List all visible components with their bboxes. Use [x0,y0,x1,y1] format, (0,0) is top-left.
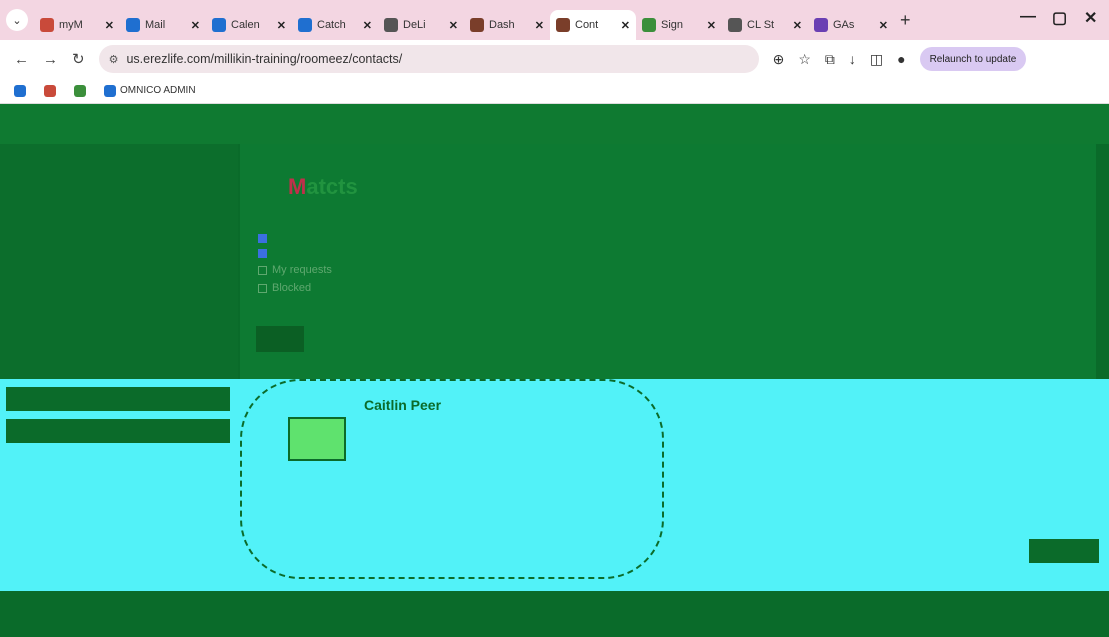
tab-list: myM ✕ Mail ✕ Calen ✕ Catch ✕ DeLi ✕ Dash ✕ Cont ✕ Sign… [34,0,894,40]
browser-tab[interactable]: Catch ✕ [292,10,378,40]
tab-favicon-icon [126,18,140,32]
address-row: ← → ↻ ⚙ us.erezlife.com/millikin-trainin… [0,40,1109,78]
forward-icon[interactable]: → [43,51,58,68]
tab-label: DeLi [403,19,426,31]
bookmark-item[interactable] [14,84,30,97]
browser-tab[interactable]: Sign ✕ [636,10,722,40]
bookmark-favicon-icon [14,84,26,97]
browser-tab[interactable]: DeLi ✕ [378,10,464,40]
placeholder-pill [1029,539,1099,563]
reload-icon[interactable]: ↻ [72,50,85,68]
page-footer [0,591,1109,637]
tab-close-icon[interactable]: ✕ [191,19,200,32]
tab-close-icon[interactable]: ✕ [879,19,888,32]
tab-favicon-icon [470,18,484,32]
browser-tab[interactable]: Mail ✕ [120,10,206,40]
bookmark-item[interactable] [44,84,60,97]
filter-label: My requests [272,264,332,276]
left-placeholder-blocks [6,387,230,451]
tab-label: CL St [747,19,775,31]
checkbox-box[interactable] [258,249,267,258]
tab-label: Catch [317,19,346,31]
tab-label: Cont [575,19,599,31]
browser-tabstrip: ⌄ myM ✕ Mail ✕ Calen ✕ Catch ✕ DeLi ✕ Dash ✕ Cont ✕ Si… [0,0,1109,40]
browser-tab[interactable]: CL St ✕ [722,10,808,40]
checkbox-box[interactable] [258,283,267,293]
tab-favicon-icon [298,18,312,32]
bookmark-item[interactable]: OMNICO ADMIN [104,84,196,97]
bookmarks-bar: OMNICO ADMIN [0,78,1109,104]
minimize-icon[interactable]: — [1020,8,1036,26]
page-title: Matcts [288,174,358,199]
avatar [288,417,346,461]
close-window-icon[interactable]: ✕ [1084,8,1097,28]
site-topbar [0,104,1109,144]
tab-close-icon[interactable]: ✕ [363,19,372,32]
filter-checkbox[interactable]: Blocked [258,282,332,294]
tab-favicon-icon [40,18,54,32]
contacts-panel: Matcts My requests Blocked [240,144,1096,379]
tab-close-icon[interactable]: ✕ [621,19,630,32]
tab-label: Mail [145,19,166,31]
apply-filter-button[interactable] [256,326,304,352]
tab-close-icon[interactable]: ✕ [277,19,286,32]
bookmark-favicon-icon [104,84,116,97]
tab-close-icon[interactable]: ✕ [793,19,802,32]
contact-name: Caitlin Peer [364,397,442,413]
tab-favicon-icon [642,18,656,32]
maximize-icon[interactable]: ▢ [1052,8,1067,28]
relaunch-chip[interactable]: Relaunch to update [919,47,1027,71]
split-view-icon[interactable]: ◫ [870,51,883,68]
placeholder-block [6,387,230,411]
tab-favicon-icon [814,18,828,32]
bookmark-label: OMNICO ADMIN [120,85,196,96]
filter-checkbox[interactable]: My requests [258,264,332,276]
browser-tab[interactable]: Dash ✕ [464,10,550,40]
filter-list: My requests Blocked [258,234,332,294]
url-text: us.erezlife.com/millikin-training/roomee… [126,52,403,66]
tab-label: GAs [833,19,855,31]
profile-avatar-icon[interactable]: ● [897,51,905,67]
browser-tab[interactable]: Calen ✕ [206,10,292,40]
tab-favicon-icon [384,18,398,32]
tab-search-icon[interactable]: ⌄ [6,9,28,31]
tab-label: Calen [231,19,260,31]
placeholder-block [6,419,230,443]
site-info-icon[interactable]: ⚙ [109,53,119,66]
zoom-icon[interactable]: ⊕ [773,51,785,68]
tab-favicon-icon [212,18,226,32]
bookmark-star-icon[interactable]: ☆ [798,51,811,68]
new-tab-icon[interactable]: + [900,10,911,31]
filter-checkbox[interactable] [258,249,332,258]
tab-close-icon[interactable]: ✕ [707,19,716,32]
browser-tab[interactable]: myM ✕ [34,10,120,40]
download-icon[interactable]: ↓ [849,51,856,67]
bookmark-favicon-icon [74,84,86,97]
extensions-icon[interactable]: ⧉ [825,51,835,68]
tab-close-icon[interactable]: ✕ [449,19,458,32]
web-page: Matcts My requests Blocked Caitlin Peer [0,104,1109,637]
filter-checkbox[interactable] [258,234,332,243]
tab-label: myM [59,19,83,31]
tab-close-icon[interactable]: ✕ [105,19,114,32]
back-icon[interactable]: ← [14,51,29,68]
browser-tab[interactable]: Cont ✕ [550,10,636,40]
tab-favicon-icon [556,18,570,32]
checkbox-box[interactable] [258,265,267,275]
tab-favicon-icon [728,18,742,32]
checkbox-box[interactable] [258,234,267,243]
bookmark-favicon-icon [44,84,56,97]
address-bar[interactable]: ⚙ us.erezlife.com/millikin-training/room… [98,45,759,73]
tab-close-icon[interactable]: ✕ [535,19,544,32]
filter-label: Blocked [272,282,312,294]
bookmark-item[interactable] [74,84,90,97]
browser-tab[interactable]: GAs ✕ [808,10,894,40]
contact-card[interactable]: Caitlin Peer [240,379,664,579]
tab-label: Dash [489,19,515,31]
tab-label: Sign [661,19,684,31]
